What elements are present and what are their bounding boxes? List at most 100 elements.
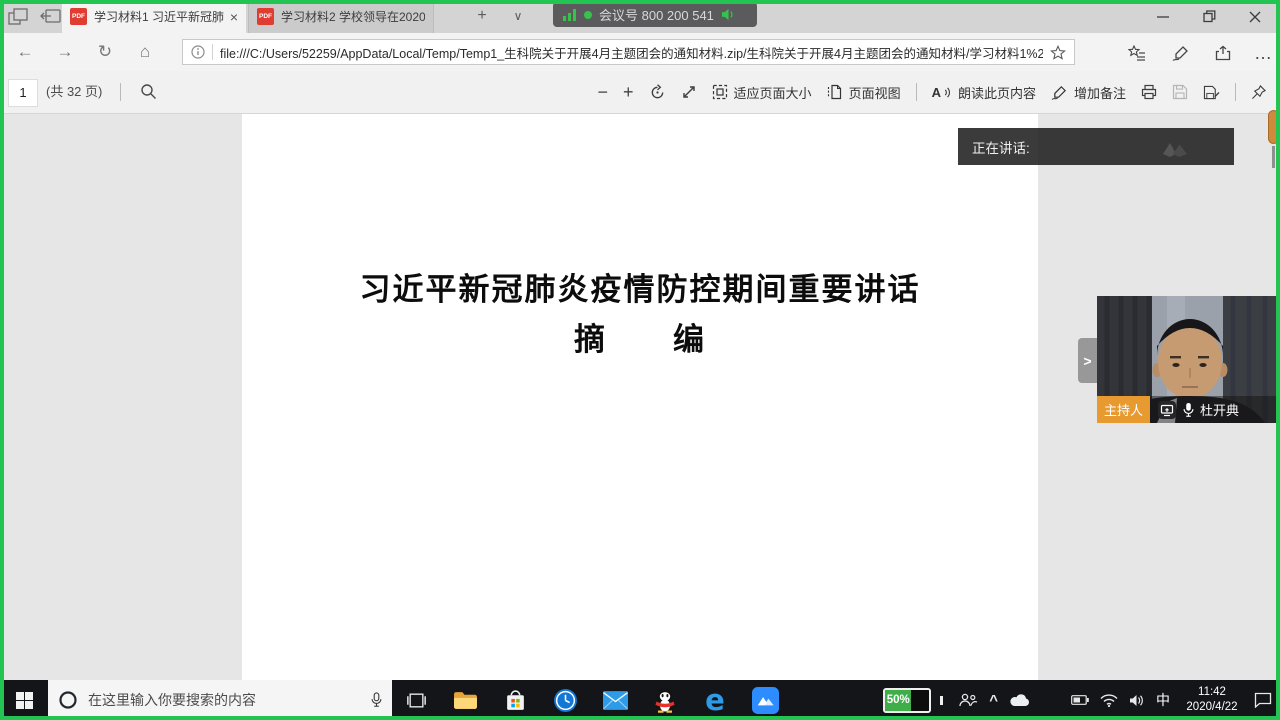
taskbar-mail-icon[interactable]: [590, 680, 640, 720]
meeting-id-label: 会议号 800 200 541: [599, 5, 714, 24]
tray-battery-icon[interactable]: [1071, 695, 1089, 705]
taskbar-microsoft-store-icon[interactable]: [490, 680, 540, 720]
pdf-toolbar: 1 (共 32 页) − + 适应页面大小: [0, 71, 1280, 114]
edge-logo: e: [705, 686, 725, 715]
clock-time: 11:42: [1181, 685, 1243, 700]
window-restore-button[interactable]: [1186, 0, 1232, 33]
system-tray: 50% ^ 中 11:42: [883, 685, 1280, 715]
rotate-page-icon[interactable]: [649, 84, 666, 101]
tab-study-material-1[interactable]: PDF 学习材料1 习近平新冠肺 ×: [62, 0, 246, 33]
document-title-line2: 摘 编: [242, 314, 1038, 359]
window-minimize-button[interactable]: [1140, 0, 1186, 33]
read-aloud-icon: A: [932, 85, 941, 100]
tabs-set-aside-list-icon[interactable]: [8, 8, 30, 25]
read-aloud-label: 朗读此页内容: [958, 83, 1036, 102]
taskbar-edge-icon[interactable]: e: [690, 680, 740, 720]
scrollbar-tick: [1272, 146, 1275, 168]
host-badge: 主持人: [1097, 396, 1150, 423]
speaker-audio-icon: [721, 8, 736, 21]
web-note-pen-icon[interactable]: [1166, 42, 1196, 64]
tab-close-icon[interactable]: ×: [230, 9, 238, 25]
read-aloud-button[interactable]: A 朗读此页内容: [932, 83, 1036, 102]
search-placeholder-text: 在这里输入你要搜索的内容: [88, 690, 361, 710]
volume-speaker-icon[interactable]: [1129, 694, 1145, 707]
cortana-icon: [58, 690, 78, 710]
microphone-icon: [1183, 402, 1194, 418]
pdf-page: 习近平新冠肺炎疫情防控期间重要讲话 摘 编: [242, 114, 1038, 680]
taskbar-alarms-clock-icon[interactable]: [540, 680, 590, 720]
fullscreen-expand-icon[interactable]: [681, 84, 697, 100]
tab-title: 学习材料1 习近平新冠肺: [94, 8, 224, 25]
new-tab-button[interactable]: +: [470, 5, 494, 27]
page-count-label: (共 32 页): [46, 71, 102, 113]
video-info-strip: 主持人 杜开典: [1097, 396, 1280, 423]
refresh-button[interactable]: ↻: [92, 40, 118, 64]
page-view-label: 页面视图: [849, 83, 901, 102]
now-speaking-label: 正在讲话:: [972, 137, 1160, 157]
tab-study-material-2[interactable]: PDF 学习材料2 学校领导在2020: [248, 0, 434, 33]
browser-address-bar: ← → ↻ ⌂ file:///C:/Users/52259/AppData/L…: [0, 33, 1280, 71]
forward-button[interactable]: →: [52, 40, 78, 64]
zoom-in-button[interactable]: +: [623, 83, 634, 101]
scrollbar-thumb[interactable]: [1268, 110, 1279, 144]
browser-tab-bar: PDF 学习材料1 习近平新冠肺 × PDF 学习材料2 学校领导在2020 +…: [0, 0, 1280, 33]
ime-language-indicator[interactable]: 中: [1156, 690, 1170, 710]
taskbar-clock[interactable]: 11:42 2020/4/22: [1181, 685, 1243, 715]
taskbar-qq-icon[interactable]: [640, 680, 690, 720]
add-notes-label: 增加备注: [1074, 83, 1126, 102]
meeting-id-pill[interactable]: 会议号 800 200 541: [553, 2, 757, 27]
set-tabs-aside-icon[interactable]: [40, 8, 62, 25]
divider: [120, 83, 121, 101]
print-icon[interactable]: [1141, 84, 1157, 100]
pdf-file-icon: PDF: [70, 8, 87, 25]
taskbar-tencent-meeting-icon[interactable]: [740, 680, 790, 720]
fit-page-icon: [712, 84, 728, 100]
participant-video-tile[interactable]: 主持人 杜开典: [1097, 296, 1280, 423]
add-notes-button[interactable]: 增加备注: [1051, 83, 1126, 102]
divider: [1235, 83, 1236, 101]
action-center-icon[interactable]: [1254, 692, 1272, 708]
back-button[interactable]: ←: [12, 40, 38, 64]
home-button[interactable]: ⌂: [132, 40, 158, 64]
save-icon: [1172, 84, 1188, 100]
show-hidden-icons-chevron[interactable]: ^: [989, 692, 998, 709]
screen-sharing-icon: [1158, 401, 1176, 419]
pin-toolbar-icon[interactable]: [1251, 85, 1266, 100]
people-icon[interactable]: [958, 693, 978, 707]
fit-page-button[interactable]: 适应页面大小: [712, 83, 812, 102]
taskbar-file-explorer-icon[interactable]: [440, 680, 490, 720]
search-in-document-icon[interactable]: [140, 83, 157, 100]
share-icon[interactable]: [1208, 42, 1238, 64]
page-view-button[interactable]: 页面视图: [827, 83, 901, 102]
page-info-icon[interactable]: [191, 45, 205, 59]
zoom-out-button[interactable]: −: [598, 83, 609, 101]
taskbar-search-input[interactable]: 在这里输入你要搜索的内容: [48, 680, 392, 720]
wifi-icon[interactable]: [1100, 694, 1118, 707]
clock-date: 2020/4/22: [1181, 700, 1243, 715]
pdf-file-icon: PDF: [257, 8, 274, 25]
favorite-star-icon[interactable]: [1050, 45, 1066, 60]
tab-title: 学习材料2 学校领导在2020: [281, 8, 425, 25]
pdf-content-area: 习近平新冠肺炎疫情防控期间重要讲话 摘 编: [0, 114, 1280, 680]
task-view-button[interactable]: [392, 680, 440, 720]
onedrive-cloud-icon[interactable]: [1009, 693, 1031, 707]
fit-page-label: 适应页面大小: [734, 83, 812, 102]
tab-menu-chevron-icon[interactable]: ∨: [506, 5, 530, 27]
recording-dot-icon: [584, 11, 592, 19]
divider: [212, 44, 213, 60]
more-options-icon[interactable]: …: [1248, 42, 1278, 64]
battery-percent-badge[interactable]: 50%: [883, 688, 947, 713]
page-number-input[interactable]: 1: [8, 79, 38, 107]
video-panel-collapse-handle[interactable]: >: [1078, 338, 1097, 383]
save-as-icon[interactable]: [1203, 85, 1220, 100]
search-mic-icon[interactable]: [371, 692, 382, 708]
url-input[interactable]: file:///C:/Users/52259/AppData/Local/Tem…: [182, 39, 1075, 65]
now-speaking-overlay: 正在讲话:: [958, 128, 1234, 165]
favorites-hub-icon[interactable]: [1122, 42, 1152, 64]
pdf-toolbar-actions: − + 适应页面大小 页面视图 A: [598, 71, 1266, 113]
window-close-button[interactable]: [1232, 0, 1278, 33]
url-text: file:///C:/Users/52259/AppData/Local/Tem…: [220, 43, 1043, 62]
start-button[interactable]: [0, 680, 48, 720]
desktop-screen: PDF 学习材料1 习近平新冠肺 × PDF 学习材料2 学校领导在2020 +…: [0, 0, 1280, 720]
signal-strength-icon: [563, 9, 577, 21]
